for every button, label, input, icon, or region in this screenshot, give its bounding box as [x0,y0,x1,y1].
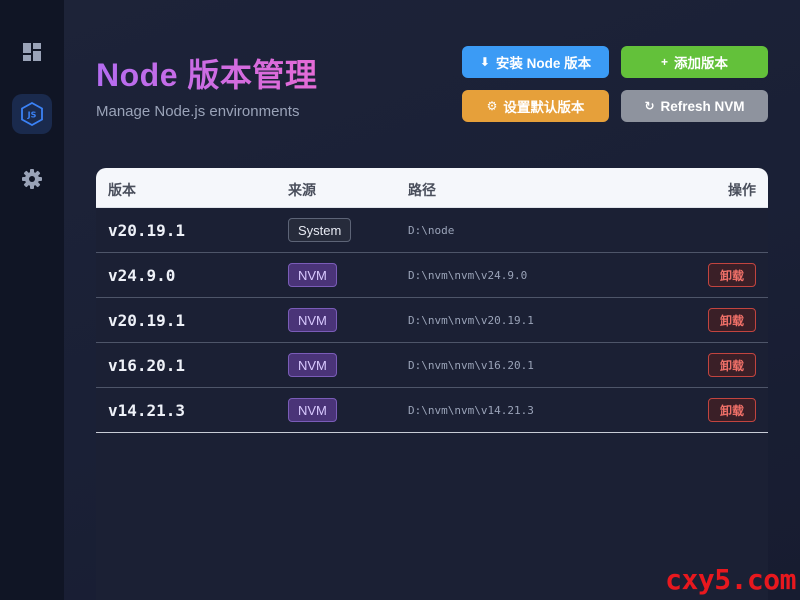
refresh-nvm-button[interactable]: ↻ Refresh NVM [621,90,768,122]
gear-icon [22,169,42,189]
add-version-button[interactable]: + 添加版本 [621,46,768,78]
path-cell: D:\nvm\nvm\v16.20.1 [408,359,534,372]
page-subtitle: Manage Node.js environments [96,103,300,120]
version-cell: v20.19.1 [108,311,186,330]
version-cell: v20.19.1 [108,221,186,240]
install-node-version-button[interactable]: ⬇ 安装 Node 版本 [462,46,609,78]
version-cell: v14.21.3 [108,401,186,420]
source-badge: NVM [288,353,337,377]
version-cell: v24.9.0 [108,266,176,285]
uninstall-button[interactable]: 卸载 [708,263,756,287]
source-badge: NVM [288,263,337,287]
path-cell: D:\nvm\nvm\v20.19.1 [408,314,534,327]
table-header: 版本 来源 路径 操作 [96,168,768,208]
download-icon: ⬇ [479,55,490,69]
refresh-icon: ↻ [644,99,655,113]
set-default-version-button[interactable]: ⚙ 设置默认版本 [462,90,609,122]
install-node-version-label: 安装 Node 版本 [495,56,592,71]
sidebar-item-node-versions[interactable]: JS [12,94,52,134]
path-cell: D:\nvm\nvm\v24.9.0 [408,269,528,282]
watermark-text: cxy5.com [665,563,796,596]
column-header-path: 路径 [408,182,436,198]
sidebar-item-settings[interactable] [12,159,52,199]
source-badge: NVM [288,308,337,332]
version-cell: v16.20.1 [108,356,186,375]
table-row: v24.9.0 NVM D:\nvm\nvm\v24.9.0 卸载 [96,253,768,298]
versions-table: 版本 来源 路径 操作 v20.19.1 System D:\node v24.… [96,168,768,600]
table-row: v20.19.1 NVM D:\nvm\nvm\v20.19.1 卸载 [96,298,768,343]
source-badge: NVM [288,398,337,422]
nodejs-icon: JS [21,102,43,126]
path-cell: D:\node [408,224,455,237]
refresh-nvm-label: Refresh NVM [660,98,745,114]
set-default-version-label: 设置默认版本 [503,100,585,115]
gear-icon: ⚙ [486,99,498,113]
table-row: v20.19.1 System D:\node [96,208,768,253]
path-cell: D:\nvm\nvm\v14.21.3 [408,404,534,417]
main-content: Node 版本管理 Manage Node.js environments ⬇ … [64,0,800,600]
table-row: v16.20.1 NVM D:\nvm\nvm\v16.20.1 卸载 [96,343,768,388]
uninstall-button[interactable]: 卸载 [708,353,756,377]
dashboard-icon [23,43,41,61]
svg-text:JS: JS [27,111,37,120]
page-title: Node 版本管理 [96,50,317,96]
sidebar-item-dashboard[interactable] [12,32,52,72]
source-badge: System [288,218,352,242]
plus-icon: + [660,55,668,69]
sidebar: JS [0,0,64,600]
uninstall-button[interactable]: 卸载 [708,398,756,422]
column-header-version: 版本 [108,182,136,198]
column-header-actions: 操作 [728,182,756,198]
uninstall-button[interactable]: 卸载 [708,308,756,332]
table-row: v14.21.3 NVM D:\nvm\nvm\v14.21.3 卸载 [96,388,768,433]
column-header-source: 来源 [288,182,316,198]
add-version-label: 添加版本 [674,56,728,71]
